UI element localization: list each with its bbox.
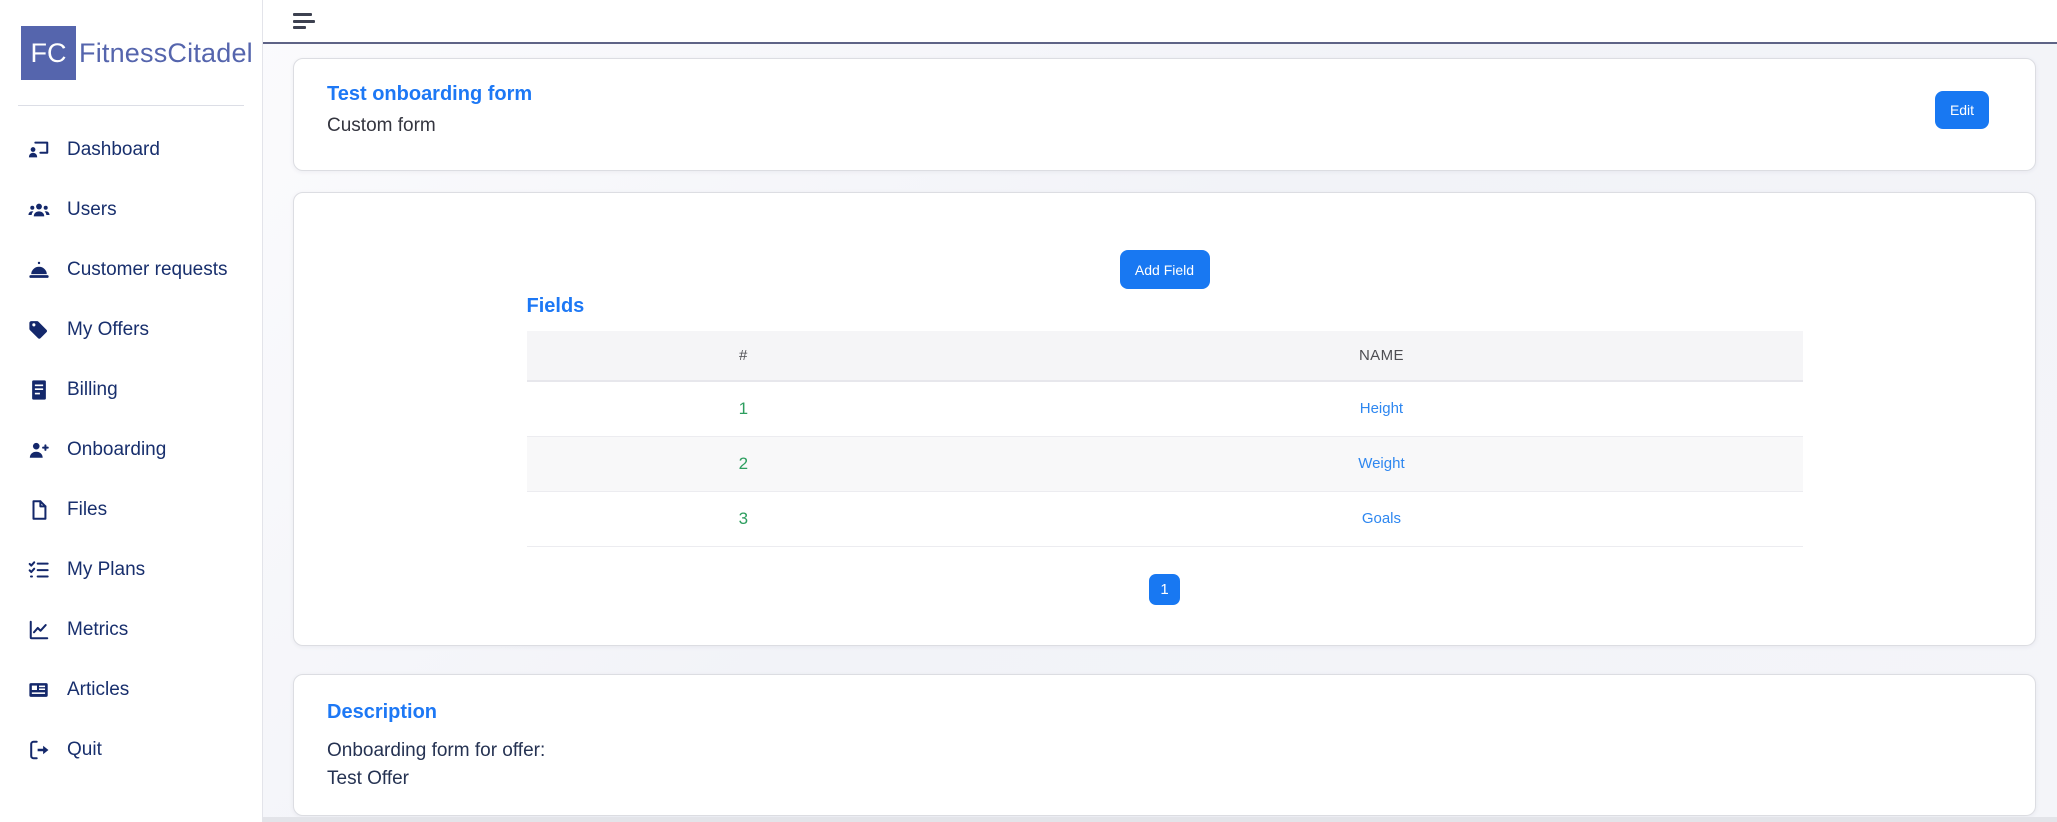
table-row: 2 Weight <box>527 436 1803 491</box>
row-name-cell: Weight <box>960 436 1802 491</box>
newspaper-icon <box>27 678 51 702</box>
fields-heading: Fields <box>527 295 1803 318</box>
sidebar-item-label: My Offers <box>67 319 149 341</box>
description-text: Onboarding form for offer: Test Offer <box>327 737 2002 793</box>
app-root: FC FitnessCitadel Dashboard Users <box>0 0 2057 822</box>
row-name-cell: Goals <box>960 491 1802 546</box>
row-index: 1 <box>527 381 961 436</box>
form-header-text: Test onboarding form Custom form <box>327 59 532 170</box>
table-row: 1 Height <box>527 381 1803 436</box>
fields-table: # NAME 1 Height 2 Weight <box>527 331 1803 547</box>
sidebar-item-my-plans[interactable]: My Plans <box>0 540 262 600</box>
sidebar-item-label: Quit <box>67 739 102 761</box>
sidebar-item-dashboard[interactable]: Dashboard <box>0 120 262 180</box>
row-index: 2 <box>527 436 961 491</box>
sidebar-item-my-offers[interactable]: My Offers <box>0 300 262 360</box>
tag-icon <box>27 318 51 342</box>
form-header-card: Test onboarding form Custom form Edit <box>293 58 2036 171</box>
sidebar-item-users[interactable]: Users <box>0 180 262 240</box>
edit-button[interactable]: Edit <box>1935 91 1989 129</box>
sidebar-item-label: Metrics <box>67 619 128 641</box>
sidebar-divider <box>18 105 244 106</box>
topbar <box>263 0 2057 44</box>
sidebar-item-articles[interactable]: Articles <box>0 660 262 720</box>
field-link[interactable]: Height <box>1360 400 1403 417</box>
page-1-button[interactable]: 1 <box>1149 574 1180 605</box>
description-line: Test Offer <box>327 765 2002 793</box>
sidebar-nav: Dashboard Users Customer requests My Off… <box>0 120 262 780</box>
users-icon <box>27 198 51 222</box>
sidebar: FC FitnessCitadel Dashboard Users <box>0 0 263 822</box>
task-list-icon <box>27 558 51 582</box>
field-link[interactable]: Goals <box>1362 510 1401 527</box>
pagination: 1 <box>1149 574 1180 605</box>
brand-logo[interactable]: FC FitnessCitadel <box>0 0 262 80</box>
description-heading: Description <box>327 675 2002 724</box>
row-index: 3 <box>527 491 961 546</box>
brand-abbr-badge: FC <box>21 26 76 80</box>
chart-line-icon <box>27 618 51 642</box>
sidebar-item-label: Onboarding <box>67 439 166 461</box>
file-icon <box>27 498 51 522</box>
sidebar-item-quit[interactable]: Quit <box>0 720 262 780</box>
sidebar-item-customer-requests[interactable]: Customer requests <box>0 240 262 300</box>
sidebar-item-label: Customer requests <box>67 259 228 281</box>
form-title: Test onboarding form <box>327 83 532 106</box>
user-plus-icon <box>27 438 51 462</box>
fields-table-wrap: Fields # NAME 1 Height <box>527 295 1803 547</box>
menu-toggle-icon[interactable] <box>293 13 317 29</box>
form-subtitle: Custom form <box>327 115 532 137</box>
sidebar-item-label: Dashboard <box>67 139 160 161</box>
sidebar-item-metrics[interactable]: Metrics <box>0 600 262 660</box>
concierge-bell-icon <box>27 258 51 282</box>
sidebar-item-label: Billing <box>67 379 118 401</box>
bottom-edge-strip <box>263 817 2057 822</box>
brand-name: FitnessCitadel <box>79 38 253 69</box>
description-card: Description Onboarding form for offer: T… <box>293 674 2036 816</box>
sidebar-item-billing[interactable]: Billing <box>0 360 262 420</box>
sidebar-item-onboarding[interactable]: Onboarding <box>0 420 262 480</box>
field-link[interactable]: Weight <box>1358 455 1404 472</box>
sidebar-item-label: Files <box>67 499 107 521</box>
row-name-cell: Height <box>960 381 1802 436</box>
description-line: Onboarding form for offer: <box>327 737 2002 765</box>
column-header-name: NAME <box>960 331 1802 381</box>
sidebar-item-files[interactable]: Files <box>0 480 262 540</box>
sign-out-icon <box>27 738 51 762</box>
sidebar-item-label: Articles <box>67 679 129 701</box>
chalkboard-user-icon <box>27 138 51 162</box>
content: Test onboarding form Custom form Edit Ad… <box>263 44 2057 822</box>
main-area: Test onboarding form Custom form Edit Ad… <box>263 0 2057 822</box>
table-row: 3 Goals <box>527 491 1803 546</box>
add-field-button[interactable]: Add Field <box>1120 250 1210 289</box>
sidebar-item-label: Users <box>67 199 117 221</box>
sidebar-item-label: My Plans <box>67 559 145 581</box>
column-header-index: # <box>527 331 961 381</box>
fields-card: Add Field Fields # NAME 1 <box>293 192 2036 646</box>
file-invoice-icon <box>27 378 51 402</box>
table-header-row: # NAME <box>527 331 1803 381</box>
